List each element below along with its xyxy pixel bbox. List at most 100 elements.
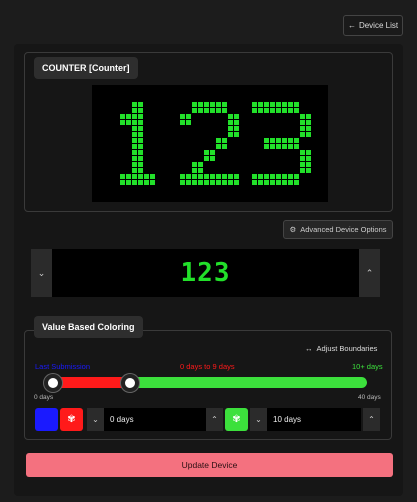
chevron-up-icon: ⌃	[365, 267, 374, 278]
led-pixel	[192, 180, 197, 185]
boundary-controls: ✾ ⌄ 0 days ⌃ ✾ ⌄ 10 days ⌃	[35, 408, 380, 431]
upper-decrement-button[interactable]: ⌄	[250, 408, 267, 431]
led-pixel	[186, 174, 191, 179]
led-pixel	[222, 180, 227, 185]
led-pixel	[138, 168, 143, 173]
led-pixel	[276, 102, 281, 107]
lower-decrement-button[interactable]: ⌄	[87, 408, 104, 431]
led-pixel	[204, 108, 209, 113]
led-pixel	[204, 102, 209, 107]
led-pixel	[234, 180, 239, 185]
led-pixel	[234, 114, 239, 119]
led-pixel	[216, 144, 221, 149]
led-pixel	[198, 108, 203, 113]
device-list-button[interactable]: ← Device List	[343, 15, 403, 36]
led-pixel	[192, 174, 197, 179]
led-pixel	[258, 180, 263, 185]
led-pixel	[282, 138, 287, 143]
slider-max-label: 40 days	[358, 394, 381, 401]
chevron-up-icon: ⌃	[211, 415, 218, 424]
led-pixel	[258, 102, 263, 107]
led-pixel	[204, 174, 209, 179]
slider-thumb-upper[interactable]	[121, 374, 139, 392]
led-pixel	[132, 180, 137, 185]
palette-icon: ✾	[67, 414, 76, 425]
led-pixel	[306, 162, 311, 167]
led-pixel	[138, 120, 143, 125]
led-pixel	[180, 120, 185, 125]
chevron-up-icon: ⌃	[368, 415, 375, 424]
led-pixel	[132, 174, 137, 179]
led-pixel	[210, 150, 215, 155]
led-pixel	[222, 102, 227, 107]
decrement-button[interactable]: ⌄	[31, 249, 52, 297]
color-swatch-red[interactable]: ✾	[60, 408, 83, 431]
led-pixel	[294, 174, 299, 179]
color-swatch-green[interactable]: ✾	[225, 408, 248, 431]
led-pixel	[288, 138, 293, 143]
led-pixel	[222, 174, 227, 179]
led-pixel	[300, 150, 305, 155]
led-pixel	[288, 180, 293, 185]
led-pixel	[222, 138, 227, 143]
led-pixel	[138, 174, 143, 179]
led-pixel	[192, 102, 197, 107]
led-pixel	[300, 132, 305, 137]
upper-increment-button[interactable]: ⌃	[363, 408, 380, 431]
upper-boundary-input[interactable]: 10 days	[267, 408, 361, 431]
led-pixel	[264, 180, 269, 185]
led-pixel	[276, 144, 281, 149]
led-pixel	[126, 114, 131, 119]
led-pixel	[306, 114, 311, 119]
range-slider-track[interactable]	[53, 377, 367, 388]
led-pixel	[120, 174, 125, 179]
led-pixel	[264, 174, 269, 179]
led-pixel	[192, 162, 197, 167]
arrow-left-icon: ←	[347, 21, 356, 30]
led-pixel	[132, 126, 137, 131]
led-pixel	[180, 180, 185, 185]
led-pixel	[282, 180, 287, 185]
led-pixel	[144, 180, 149, 185]
led-pixel	[192, 108, 197, 113]
led-pixel	[180, 174, 185, 179]
led-pixel	[288, 108, 293, 113]
color-swatch-blue[interactable]	[35, 408, 58, 431]
led-pixel	[288, 174, 293, 179]
range-label-red: 0 days to 9 days	[180, 362, 235, 371]
led-pixel	[138, 132, 143, 137]
led-pixel	[306, 156, 311, 161]
led-pixel	[228, 180, 233, 185]
led-pixel	[276, 108, 281, 113]
advanced-options-label: Advanced Device Options	[300, 225, 387, 234]
led-pixel	[252, 108, 257, 113]
adjust-boundaries-button[interactable]: ↔ Adjust Boundaries	[305, 344, 377, 353]
advanced-options-button[interactable]: ⚙ Advanced Device Options	[283, 220, 393, 239]
led-pixel	[138, 108, 143, 113]
range-label-last-submission: Last Submission	[35, 362, 91, 371]
led-pixel	[186, 120, 191, 125]
lower-increment-button[interactable]: ⌃	[206, 408, 223, 431]
update-device-button[interactable]: Update Device	[26, 453, 393, 477]
led-pixel	[192, 168, 197, 173]
slider-thumb-lower[interactable]	[44, 374, 62, 392]
led-pixel	[264, 144, 269, 149]
range-label-green: 10+ days	[352, 362, 383, 371]
led-pixel	[198, 168, 203, 173]
led-pixel	[138, 102, 143, 107]
device-list-label: Device List	[358, 21, 399, 30]
led-pixel	[276, 138, 281, 143]
increment-button[interactable]: ⌃	[359, 249, 380, 297]
led-pixel	[228, 174, 233, 179]
led-pixel	[198, 162, 203, 167]
led-pixel	[132, 168, 137, 173]
value-coloring-title: Value Based Coloring	[34, 316, 143, 338]
led-pixel	[234, 126, 239, 131]
horizontal-arrows-icon: ↔	[305, 344, 313, 353]
lower-boundary-input[interactable]: 0 days	[104, 408, 206, 431]
led-pixel	[132, 162, 137, 167]
led-pixel	[228, 132, 233, 137]
palette-icon: ✾	[232, 414, 241, 425]
led-matrix	[120, 102, 311, 185]
led-pixel	[216, 180, 221, 185]
